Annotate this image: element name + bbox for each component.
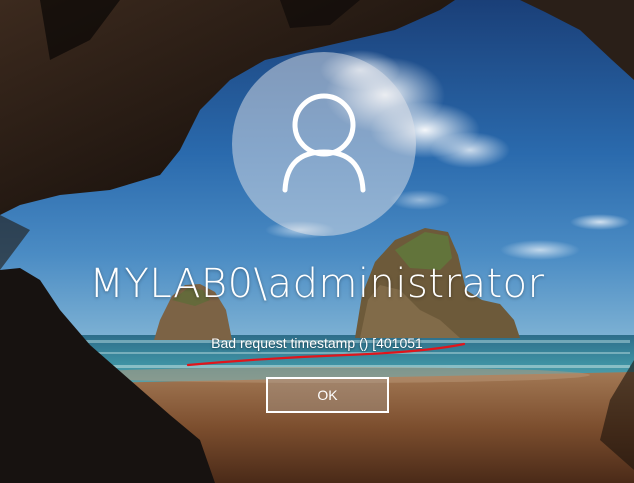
username-label: MYLAB0\administrator <box>89 261 545 307</box>
ok-button[interactable]: OK <box>266 377 389 413</box>
annotation-underline <box>186 342 466 367</box>
lock-screen: MYLAB0\administrator Bad request timesta… <box>0 0 634 483</box>
user-avatar <box>232 52 416 236</box>
user-silhouette-icon <box>282 93 366 193</box>
